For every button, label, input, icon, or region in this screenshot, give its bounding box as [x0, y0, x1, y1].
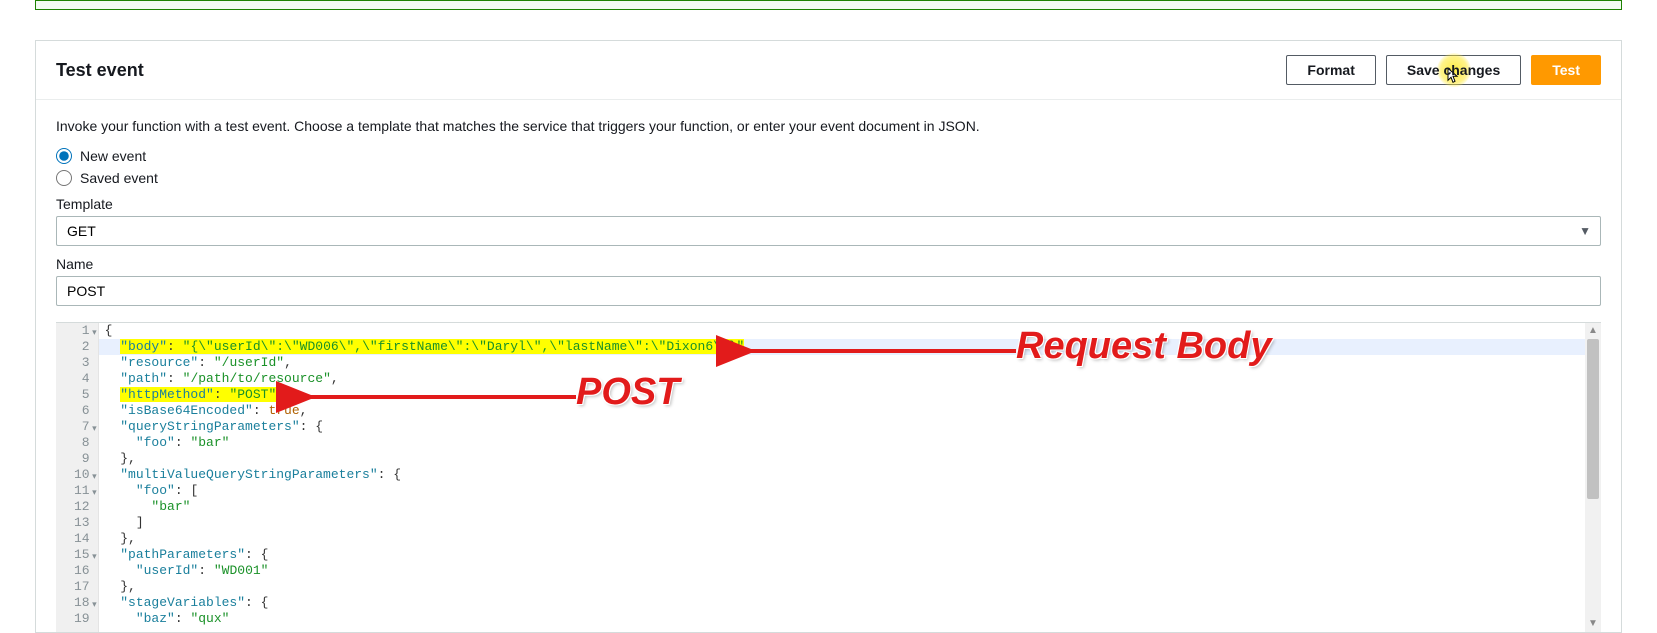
fold-icon[interactable]: ▾ — [92, 325, 97, 341]
fold-icon[interactable]: ▾ — [92, 549, 97, 565]
code-line[interactable]: "path": "/path/to/resource", — [105, 371, 1601, 387]
description-text: Invoke your function with a test event. … — [56, 118, 1601, 134]
scroll-down-icon[interactable]: ▼ — [1585, 616, 1601, 632]
fold-icon[interactable]: ▾ — [92, 485, 97, 501]
header-button-row: Format Save changes Test — [1286, 55, 1601, 85]
test-button[interactable]: Test — [1531, 55, 1601, 85]
success-banner — [35, 0, 1622, 10]
radio-new-event-label: New event — [80, 148, 146, 164]
code-line[interactable]: { — [105, 323, 1601, 339]
line-number: 3 — [74, 355, 90, 371]
template-select[interactable]: GET ▼ — [56, 216, 1601, 246]
code-line[interactable]: "userId": "WD001" — [105, 563, 1601, 579]
code-line[interactable]: "multiValueQueryStringParameters": { — [105, 467, 1601, 483]
code-line[interactable]: "pathParameters": { — [105, 547, 1601, 563]
line-number: 10▾ — [74, 467, 90, 483]
line-number: 4 — [74, 371, 90, 387]
editor-scrollbar[interactable]: ▲ ▼ — [1585, 323, 1601, 632]
panel-title: Test event — [56, 60, 144, 81]
template-label: Template — [56, 196, 1601, 212]
radio-new-event[interactable]: New event — [56, 148, 1601, 164]
code-line[interactable]: "baz": "qux" — [105, 611, 1601, 627]
code-line[interactable]: "isBase64Encoded": true, — [105, 403, 1601, 419]
radio-saved-event-input[interactable] — [56, 170, 72, 186]
scroll-thumb[interactable] — [1587, 339, 1599, 499]
save-changes-button[interactable]: Save changes — [1386, 55, 1521, 85]
fold-icon[interactable]: ▾ — [92, 469, 97, 485]
template-select-field[interactable]: GET — [56, 216, 1601, 246]
line-number: 13 — [74, 515, 90, 531]
code-line[interactable]: }, — [105, 451, 1601, 467]
editor-gutter: 1▾234567▾8910▾11▾12131415▾161718▾19 — [56, 323, 99, 632]
line-number: 11▾ — [74, 483, 90, 499]
test-event-panel: Test event Format Save changes Test Invo… — [35, 40, 1622, 633]
format-button[interactable]: Format — [1286, 55, 1375, 85]
code-line[interactable]: "httpMethod": "POST", — [105, 387, 1601, 403]
radio-new-event-input[interactable] — [56, 148, 72, 164]
code-line[interactable]: }, — [105, 579, 1601, 595]
line-number: 14 — [74, 531, 90, 547]
line-number: 15▾ — [74, 547, 90, 563]
line-number: 5 — [74, 387, 90, 403]
fold-icon[interactable]: ▾ — [92, 597, 97, 613]
line-number: 9 — [74, 451, 90, 467]
code-line[interactable]: "stageVariables": { — [105, 595, 1601, 611]
name-input[interactable] — [56, 276, 1601, 306]
line-number: 6 — [74, 403, 90, 419]
line-number: 2 — [74, 339, 90, 355]
line-number: 19 — [74, 611, 90, 627]
name-label: Name — [56, 256, 1601, 272]
code-line[interactable]: }, — [105, 531, 1601, 547]
code-line[interactable]: "foo": [ — [105, 483, 1601, 499]
scroll-up-icon[interactable]: ▲ — [1585, 323, 1601, 339]
editor-code[interactable]: { "body": "{\"userId\":\"WD006\",\"first… — [99, 323, 1601, 632]
line-number: 16 — [74, 563, 90, 579]
radio-saved-event[interactable]: Saved event — [56, 170, 1601, 186]
panel-header: Test event Format Save changes Test — [36, 41, 1621, 100]
code-line[interactable]: "queryStringParameters": { — [105, 419, 1601, 435]
code-line[interactable]: "resource": "/userId", — [105, 355, 1601, 371]
code-line[interactable]: "foo": "bar" — [105, 435, 1601, 451]
line-number: 12 — [74, 499, 90, 515]
code-line[interactable]: ] — [105, 515, 1601, 531]
save-button-label: Save changes — [1407, 62, 1500, 78]
json-editor[interactable]: 1▾234567▾8910▾11▾12131415▾161718▾19 { "b… — [56, 322, 1601, 632]
fold-icon[interactable]: ▾ — [92, 421, 97, 437]
line-number: 18▾ — [74, 595, 90, 611]
line-number: 8 — [74, 435, 90, 451]
line-number: 7▾ — [74, 419, 90, 435]
code-line[interactable]: "bar" — [105, 499, 1601, 515]
line-number: 1▾ — [74, 323, 90, 339]
panel-body: Invoke your function with a test event. … — [36, 100, 1621, 632]
line-number: 17 — [74, 579, 90, 595]
radio-saved-event-label: Saved event — [80, 170, 158, 186]
